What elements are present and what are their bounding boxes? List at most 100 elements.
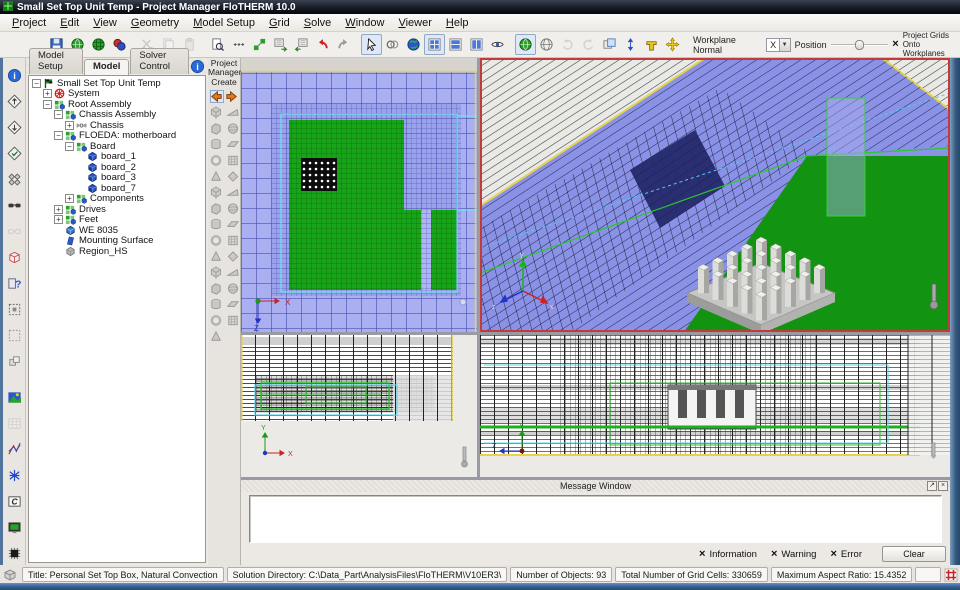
create-compact-component-button[interactable] [225, 137, 240, 152]
redo-button[interactable] [333, 34, 354, 55]
create-monitor-point-button[interactable] [208, 313, 223, 328]
workplane-position-slider[interactable] [831, 39, 889, 51]
grid-indicator-icon[interactable] [944, 568, 958, 582]
slider-thumb[interactable] [855, 40, 864, 50]
tree-item-chassis-assembly[interactable]: −Chassis Assembly [29, 110, 205, 121]
wireframe-view-button[interactable] [536, 34, 557, 55]
create-region-button[interactable] [225, 201, 240, 216]
tab-solver-control[interactable]: Solver Control [130, 48, 189, 74]
localize-grid-button[interactable] [270, 34, 291, 55]
delocalize-grid-button[interactable] [291, 34, 312, 55]
tab-model-setup[interactable]: Model Setup [29, 48, 83, 74]
create-pcb-button[interactable] [208, 137, 223, 152]
menu-model-setup[interactable]: Model Setup [186, 16, 262, 30]
command-center-button[interactable]: C [3, 490, 25, 512]
tree-item-system[interactable]: +System [29, 89, 205, 100]
workplane-tool-button[interactable] [641, 34, 662, 55]
create-plate-button[interactable] [225, 313, 240, 328]
create-vent-button[interactable] [225, 297, 240, 312]
move-workplane-button[interactable] [662, 34, 683, 55]
compare-models-button[interactable] [109, 34, 130, 55]
tree-item-board[interactable]: −Board [29, 141, 205, 152]
tab-model[interactable]: Model [84, 59, 129, 75]
viewport-top-view[interactable]: X Z [241, 58, 477, 332]
create-assembly-button[interactable] [208, 105, 223, 120]
menu-grid[interactable]: Grid [262, 16, 297, 30]
component-chip-button[interactable] [3, 542, 25, 564]
create-axial-fan-button[interactable] [225, 169, 240, 184]
explode-assembly-button[interactable] [3, 168, 25, 190]
collapse-icon[interactable]: − [54, 110, 63, 119]
tree-item-small-set-top-unit-temp[interactable]: −Small Set Top Unit Temp [29, 78, 205, 89]
tree-item-board-7[interactable]: board_7 [29, 183, 205, 194]
filter-warning-checkbox[interactable]: ×Warning [771, 549, 816, 560]
tree-item-we-8035[interactable]: WE 8035 [29, 225, 205, 236]
bounding-box-button[interactable] [3, 246, 25, 268]
manipulate-button[interactable] [382, 34, 403, 55]
clear-button[interactable]: Clear [882, 546, 946, 562]
select-pointer-button[interactable] [361, 34, 382, 55]
menu-help[interactable]: Help [439, 16, 476, 30]
create-hole-button[interactable] [208, 249, 223, 264]
collapse-icon[interactable]: − [43, 100, 52, 109]
create-sphere-button[interactable] [208, 265, 223, 280]
create-grille-button[interactable] [208, 185, 223, 200]
create-back-button[interactable] [210, 90, 224, 103]
profiles-button[interactable] [3, 438, 25, 460]
viewport-front-view[interactable]: Y X [241, 335, 477, 477]
tree-item-board-1[interactable]: board_1 [29, 152, 205, 163]
move-object-button[interactable] [620, 34, 641, 55]
attach-button[interactable] [249, 34, 270, 55]
solver-button[interactable] [3, 464, 25, 486]
tree-item-root-assembly[interactable]: −Root Assembly [29, 99, 205, 110]
tree-item-floeda-motherboard[interactable]: −FLOEDA: motherboard [29, 131, 205, 142]
duplicate-view-button[interactable] [599, 34, 620, 55]
visualization-button[interactable] [3, 386, 25, 408]
viewport-side-view[interactable]: Y Z [480, 335, 950, 477]
create-network-assembly-button[interactable] [225, 233, 240, 248]
tree-item-drives[interactable]: +Drives [29, 204, 205, 215]
menu-window[interactable]: Window [338, 16, 391, 30]
filter-error-checkbox[interactable]: ×Error [830, 549, 862, 560]
monitor-display-button[interactable] [3, 516, 25, 538]
tree-item-board-3[interactable]: board_3 [29, 173, 205, 184]
create-volume-source-button[interactable] [208, 201, 223, 216]
create-forward-button[interactable] [225, 90, 239, 103]
create-fixed-flow-button[interactable] [225, 217, 240, 232]
create-heat-sink-button[interactable] [225, 153, 240, 168]
collapse-icon[interactable]: − [32, 79, 41, 88]
tree-item-board-2[interactable]: board_2 [29, 162, 205, 173]
object-info-button[interactable]: i [3, 64, 25, 86]
grid-constraints-button[interactable] [228, 34, 249, 55]
create-shelf-button[interactable] [225, 281, 240, 296]
create-fan-button[interactable] [208, 169, 223, 184]
menu-project[interactable]: Project [5, 16, 53, 30]
create-rack-button[interactable] [208, 281, 223, 296]
expand-icon[interactable]: + [54, 215, 63, 224]
model-tree[interactable]: −Small Set Top Unit Temp+System−Root Ass… [28, 75, 206, 563]
create-attribute-button[interactable] [208, 329, 223, 344]
create-enclosure-button[interactable] [208, 153, 223, 168]
viewport-3d-view[interactable]: y x z [480, 58, 950, 332]
tree-item-mounting-surface[interactable]: Mounting Surface [29, 236, 205, 247]
undo-button[interactable] [312, 34, 333, 55]
expand-icon[interactable]: + [54, 205, 63, 214]
workplane-axis-select[interactable]: X▼ [766, 38, 791, 52]
menu-viewer[interactable]: Viewer [391, 16, 438, 30]
create-prism-button[interactable] [208, 121, 223, 136]
message-window-titlebar[interactable]: Message Window ↗ × [241, 480, 950, 492]
tree-item-chassis[interactable]: +Chassis [29, 120, 205, 131]
create-cylinder-button[interactable] [225, 249, 240, 264]
panel-info-icon[interactable]: i [190, 59, 205, 74]
deselect-region-button[interactable] [3, 324, 25, 346]
close-icon[interactable]: × [938, 481, 948, 491]
tree-item-components[interactable]: +Components [29, 194, 205, 205]
move-down-level-button[interactable] [3, 116, 25, 138]
message-log-area[interactable] [249, 495, 942, 543]
expand-icon[interactable]: + [65, 194, 74, 203]
create-humidity-source-button[interactable] [225, 265, 240, 280]
create-cuboid-button[interactable] [225, 105, 240, 120]
check-model-button[interactable] [3, 142, 25, 164]
menu-geometry[interactable]: Geometry [124, 16, 186, 30]
expand-icon[interactable]: + [43, 89, 52, 98]
